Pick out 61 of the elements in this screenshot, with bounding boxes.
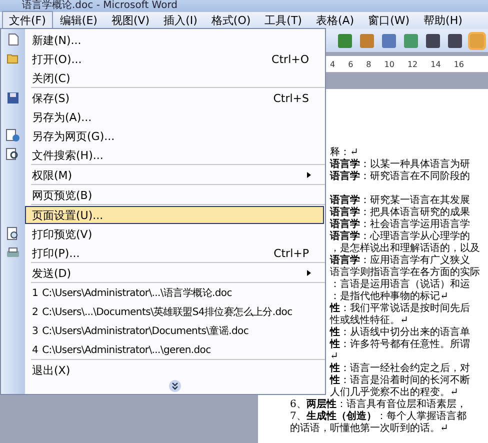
menu-item[interactable]: 发送(D) <box>25 264 324 282</box>
document-line: ：是指代他种事物的标记↵ <box>330 291 450 302</box>
menu-item[interactable]: 格式(O) <box>204 11 258 30</box>
ruler-number: 4 <box>330 60 336 68</box>
document-line: 语言学：以某一种具体语言为研 <box>330 159 471 170</box>
magnifier-page-icon <box>6 148 20 161</box>
expand-chevron-icon[interactable] <box>169 380 181 392</box>
menu-item[interactable]: 2 C:\Users\...\Documents\英雄联盟S4排位赛怎么上分.doc <box>25 303 324 321</box>
document-line: ：言语是运用语言（说话）和运 <box>330 279 471 290</box>
document-line: ↵ <box>330 351 340 362</box>
menu-item[interactable]: 权限(M) <box>25 166 324 184</box>
menu-item[interactable]: 网页预览(B) <box>25 186 324 204</box>
menu-item[interactable]: 另存为网页(G)... <box>25 127 324 145</box>
ruler-number: 12 <box>407 60 418 68</box>
menu-item[interactable]: 保存(S) Ctrl+S <box>25 89 324 107</box>
printer-icon <box>6 246 20 258</box>
menu-item[interactable]: 关闭(C) <box>25 69 324 87</box>
document-line: 性：许多符号都有任意性。所谓 <box>330 339 471 351</box>
ruler-number: 14 <box>430 60 441 68</box>
ruler-number: 8 <box>366 60 372 68</box>
document-line: 语言学：把具体语言研究的成果 <box>330 207 471 218</box>
document-line: 语言学：研究某一语言在其发展 <box>330 195 471 206</box>
menu-item[interactable]: 3 C:\Users\Administrator\Documents\童谣.doc <box>25 322 324 340</box>
menu-item[interactable]: 退出(X) <box>25 361 324 379</box>
menu-item[interactable]: 打印预览(V) <box>25 225 324 243</box>
document-line: 语言学：心理语言学从心理学的 <box>330 231 471 242</box>
ruler-number: 10 <box>384 60 394 68</box>
menu-item[interactable]: 文件搜索(H)... <box>25 146 324 164</box>
menu-item[interactable]: 窗口(W) <box>361 11 417 30</box>
menu-item[interactable]: 视图(V) <box>104 11 157 30</box>
menu-item[interactable]: 编辑(E) <box>52 11 104 30</box>
menu-item[interactable]: 页面设置(U)... <box>25 206 324 224</box>
menu-item[interactable]: 打开(O)... Ctrl+O <box>25 50 324 68</box>
document-line: ，是怎样说出和理解话语的，以及 <box>330 243 481 254</box>
document-line: 性：语言是沿着时间的长河不断 <box>330 375 471 386</box>
document-line: 7、生成性（创造）：每个人掌握语言都 <box>290 411 468 422</box>
document-line: 人们几乎觉察不出的程变。↵ <box>330 387 460 398</box>
document-line: 性或线性特征。↵ <box>330 315 410 326</box>
document-line: 语言学：社会语言学运用语言学 <box>330 219 471 230</box>
magnifier-page-icon <box>6 226 20 240</box>
menu-item[interactable]: 4 C:\Users\Administrator\...\geren.doc <box>25 341 324 359</box>
document-line: 性：从语线中切分出来的语言单 <box>330 327 471 338</box>
menu-item[interactable]: 另存为(A)... <box>25 108 324 126</box>
document-line: 语言学：研究语言在不同阶段的 <box>330 171 471 183</box>
document-line: 性：我们平常说话是按时间先后 <box>330 303 471 314</box>
document-line: 性：语言一经社会约定之后，对 <box>330 363 471 374</box>
menu-item[interactable]: 表格(A) <box>308 11 362 30</box>
globe-page-icon <box>6 129 20 142</box>
document-line: 语言学则指语言学在各方面的实际 <box>330 267 481 278</box>
document-line: 6、两层性：语言具有音位层和语素层， <box>290 399 468 410</box>
document-line: 的话语，听懂他第一次听到的话。↵ <box>290 423 450 435</box>
menu-item[interactable]: 工具(T) <box>258 11 309 30</box>
menu-item[interactable]: 新建(N)... <box>25 31 324 49</box>
ruler-number: 16 <box>454 60 464 68</box>
document-line: 语言学：应用语言学有广义狭义 <box>330 255 471 266</box>
document-line: 释：↵ <box>330 147 360 158</box>
menu-item[interactable]: 插入(I) <box>156 11 204 30</box>
menu-item[interactable]: 打印(P)... Ctrl+P <box>25 244 324 262</box>
menu-item[interactable]: 1 C:\Users\Administrator\...\语言学概论.doc <box>25 284 324 302</box>
ruler-number: 6 <box>348 60 354 68</box>
menu-item[interactable]: 帮助(H) <box>416 11 470 30</box>
